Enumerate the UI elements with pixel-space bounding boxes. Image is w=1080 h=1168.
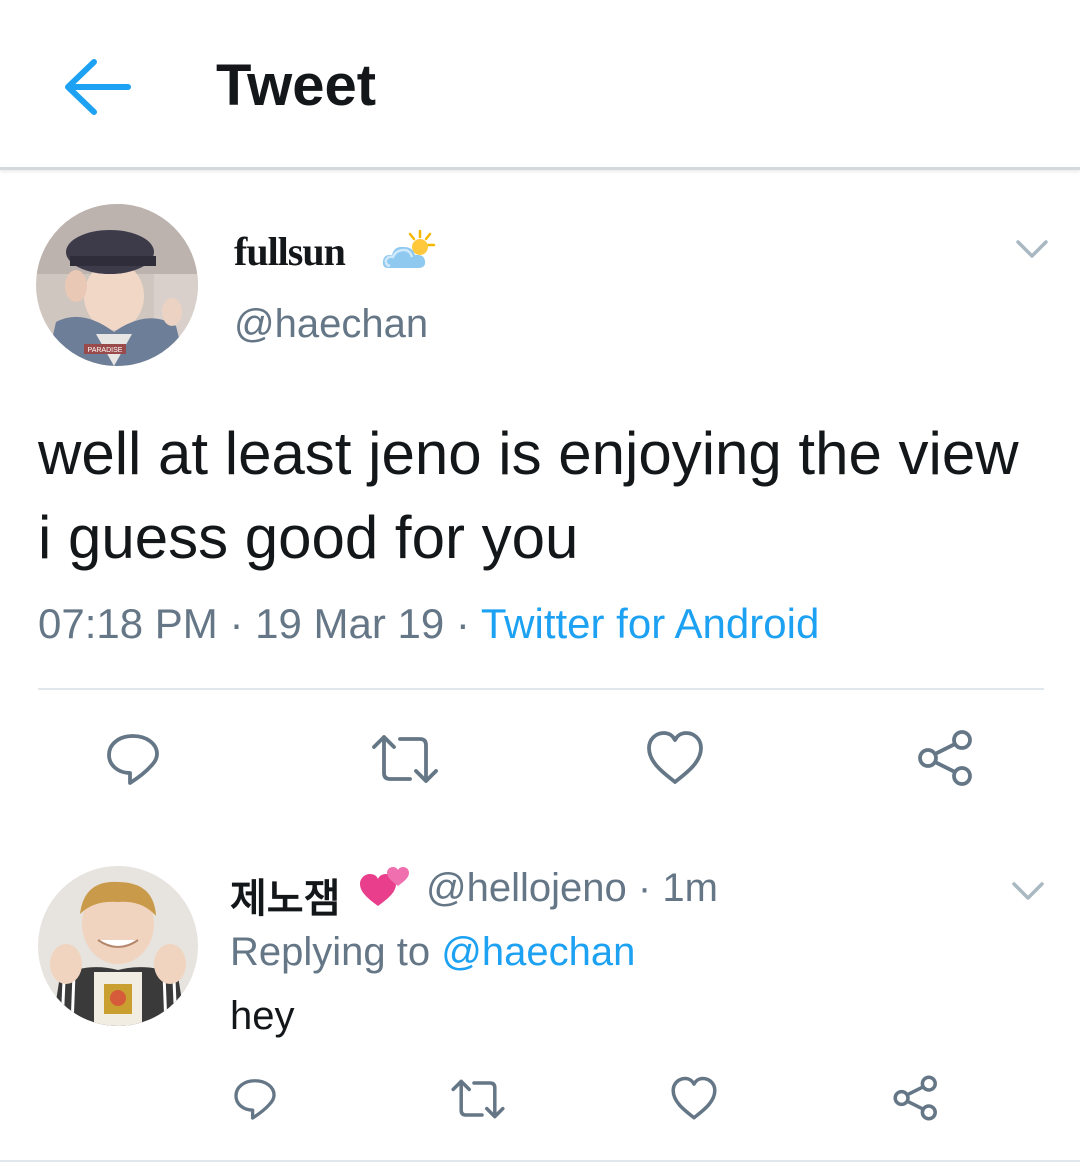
reply-author-meta: @hellojeno · 1m — [426, 866, 718, 911]
back-button[interactable] — [58, 52, 138, 122]
replying-to-label: Replying to — [230, 930, 431, 974]
sun-behind-cloud-icon — [382, 229, 436, 268]
retweet-icon — [451, 1079, 505, 1119]
tweet-date: 19 Mar 19 — [255, 600, 445, 647]
reply-icon — [107, 734, 159, 785]
chevron-down-icon — [1016, 240, 1048, 258]
top-app-bar: Tweet — [0, 0, 1080, 170]
like-icon — [671, 1076, 717, 1120]
two-hearts-icon — [360, 867, 409, 906]
reply-text: hey — [230, 994, 295, 1038]
meta-separator: · — [229, 600, 244, 647]
divider — [38, 688, 1044, 690]
reply-reply-button[interactable] — [232, 1076, 278, 1122]
reply-menu-button[interactable] — [1008, 876, 1048, 906]
reply-author-handle[interactable]: @hellojeno — [426, 866, 627, 910]
author-avatar[interactable]: PARADISE — [36, 204, 198, 366]
retweet-icon — [372, 735, 438, 783]
share-icon — [893, 1075, 937, 1121]
retweet-button[interactable] — [370, 733, 440, 785]
avatar-caption: PARADISE — [88, 347, 123, 354]
replying-to-mention[interactable]: @haechan — [441, 930, 635, 974]
like-button[interactable] — [645, 730, 705, 786]
divider — [0, 1160, 1080, 1162]
tweet-time: 07:18 PM — [38, 600, 218, 647]
reply-retweet-button[interactable] — [450, 1078, 506, 1120]
reply-author-avatar[interactable] — [38, 866, 198, 1026]
tweet-source-link[interactable]: Twitter for Android — [481, 600, 819, 647]
reply-button[interactable] — [104, 730, 162, 788]
chevron-down-icon — [1012, 882, 1044, 900]
tweet-text: well at least jeno is enjoying the view … — [38, 420, 1019, 571]
share-icon — [918, 730, 972, 786]
reply-share-button[interactable] — [892, 1074, 940, 1122]
reply-author-display-name[interactable]: 제노잼 — [230, 866, 340, 924]
page-title: Tweet — [216, 53, 377, 118]
author-display-name[interactable]: fullsun — [234, 228, 346, 275]
meta-separator: · — [455, 600, 470, 647]
meta-separator: · — [637, 866, 652, 910]
tweet-metadata: 07:18 PM · 19 Mar 19 · Twitter for Andro… — [38, 600, 819, 648]
reply-timestamp: 1m — [662, 866, 718, 910]
arrow-left-icon — [65, 59, 131, 115]
author-handle[interactable]: @haechan — [234, 302, 428, 347]
replying-to-line: Replying to @haechan — [230, 930, 635, 975]
tweet-menu-button[interactable] — [1012, 234, 1052, 264]
reply-icon — [234, 1079, 276, 1120]
share-button[interactable] — [916, 728, 976, 788]
like-icon — [647, 731, 703, 784]
reply-like-button[interactable] — [670, 1076, 718, 1121]
